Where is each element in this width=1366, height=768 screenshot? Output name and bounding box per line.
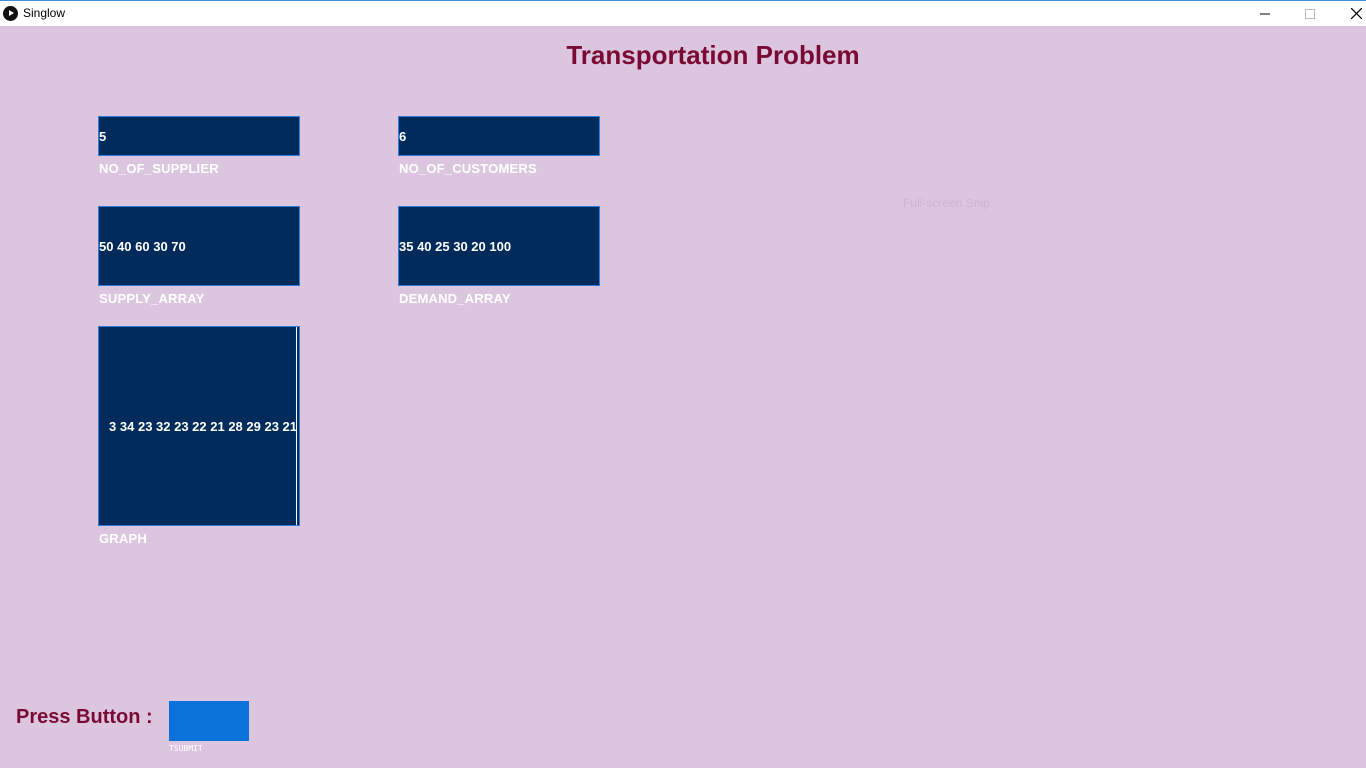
close-button[interactable] [1333, 1, 1366, 26]
window-title: Singlow [23, 6, 66, 20]
supply-array-label: SUPPLY_ARRAY [99, 291, 205, 306]
minimize-button[interactable] [1242, 1, 1288, 26]
maximize-button[interactable] [1287, 1, 1333, 26]
no-of-customers-value: 6 [399, 128, 407, 144]
app-window: Singlow Transportation Problem 5 NO_OF_S… [0, 0, 1366, 768]
no-of-customers-label: NO_OF_CUSTOMERS [399, 161, 537, 176]
graph-input[interactable]: 3 34 23 32 23 22 21 28 29 23 21 [98, 326, 300, 526]
supply-array-input[interactable]: 50 40 60 30 70 [98, 206, 300, 286]
graph-label: GRAPH [99, 531, 147, 546]
graph-value: 3 34 23 32 23 22 21 28 29 23 21 [109, 418, 297, 434]
demand-array-value: 35 40 25 30 20 100 [399, 238, 512, 254]
title-bar[interactable]: Singlow [0, 0, 1366, 26]
close-icon [1350, 8, 1362, 19]
no-of-customers-input[interactable]: 6 [398, 116, 600, 156]
no-of-supplier-value: 5 [99, 128, 107, 144]
minimize-icon [1260, 13, 1270, 14]
press-button-label: Press Button : [16, 706, 153, 728]
supply-array-value: 50 40 60 30 70 [99, 238, 186, 254]
snip-overlay-text: Full-screen Snip [903, 196, 990, 210]
play-circle-icon [3, 6, 18, 21]
maximize-icon [1305, 8, 1315, 19]
demand-array-input[interactable]: 35 40 25 30 20 100 [398, 206, 600, 286]
page-title: Transportation Problem [566, 40, 860, 70]
no-of-supplier-input[interactable]: 5 [98, 116, 300, 156]
text-caret [296, 327, 297, 525]
no-of-supplier-label: NO_OF_SUPPLIER [99, 161, 219, 176]
submit-button[interactable] [169, 701, 249, 741]
submit-caption: TSUBMIT [169, 744, 203, 753]
demand-array-label: DEMAND_ARRAY [399, 291, 511, 306]
